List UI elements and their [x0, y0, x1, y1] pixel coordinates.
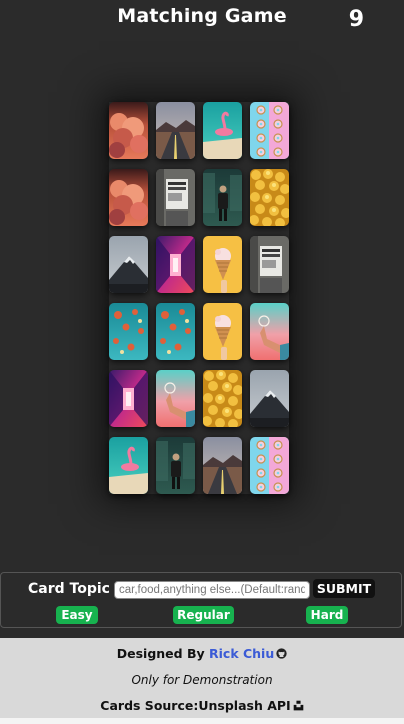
- card-donuts[interactable]: [250, 102, 289, 159]
- card-clouds-sunset[interactable]: [109, 102, 148, 159]
- github-icon[interactable]: [276, 647, 287, 662]
- card-neon-corridor[interactable]: [109, 370, 148, 427]
- submit-button[interactable]: SUBMIT: [313, 579, 375, 598]
- header: Matching Game 9: [0, 0, 404, 36]
- card-neon-corridor[interactable]: [156, 236, 195, 293]
- source-label: Cards Source:Unsplash API: [100, 698, 291, 713]
- card-person-street[interactable]: [203, 169, 242, 226]
- bottom-strip: [0, 718, 404, 724]
- page-title: Matching Game: [117, 5, 287, 27]
- author-link[interactable]: Rick Chiu: [209, 646, 274, 661]
- controls-panel: Card Topic SUBMIT Easy Regular Hard: [0, 572, 402, 628]
- card-topic-label: Card Topic: [28, 581, 110, 597]
- card-mountain[interactable]: [250, 370, 289, 427]
- card-topic-input[interactable]: [114, 581, 310, 599]
- card-ice-cream[interactable]: [203, 236, 242, 293]
- card-desert-road[interactable]: [156, 102, 195, 159]
- source-line: Cards Source:Unsplash API: [0, 698, 404, 714]
- card-hand-sunset[interactable]: [156, 370, 195, 427]
- card-hot-air-balloons[interactable]: [156, 303, 195, 360]
- card-donuts[interactable]: [250, 437, 289, 494]
- card-popcorn[interactable]: [203, 370, 242, 427]
- hard-button[interactable]: Hard: [306, 606, 348, 624]
- demo-note: Only for Demonstration: [131, 673, 273, 687]
- card-flamingo-float[interactable]: [203, 102, 242, 159]
- card-ice-cream[interactable]: [203, 303, 242, 360]
- regular-button[interactable]: Regular: [173, 606, 234, 624]
- card-hot-air-balloons[interactable]: [109, 303, 148, 360]
- card-popcorn[interactable]: [250, 169, 289, 226]
- designed-by-label: Designed By: [116, 646, 205, 661]
- unsplash-icon[interactable]: [293, 699, 304, 714]
- card-mountain[interactable]: [109, 236, 148, 293]
- card-clouds-sunset[interactable]: [109, 169, 148, 226]
- card-board: [109, 102, 289, 494]
- card-news-stand[interactable]: [250, 236, 289, 293]
- score-counter: 9: [348, 7, 364, 32]
- card-desert-road[interactable]: [203, 437, 242, 494]
- credits-line: Designed By Rick Chiu: [0, 646, 404, 662]
- card-hand-sunset[interactable]: [250, 303, 289, 360]
- footer: Designed By Rick Chiu Only for Demonstra…: [0, 638, 404, 718]
- easy-button[interactable]: Easy: [56, 606, 98, 624]
- card-news-stand[interactable]: [156, 169, 195, 226]
- card-person-street[interactable]: [156, 437, 195, 494]
- card-flamingo-float[interactable]: [109, 437, 148, 494]
